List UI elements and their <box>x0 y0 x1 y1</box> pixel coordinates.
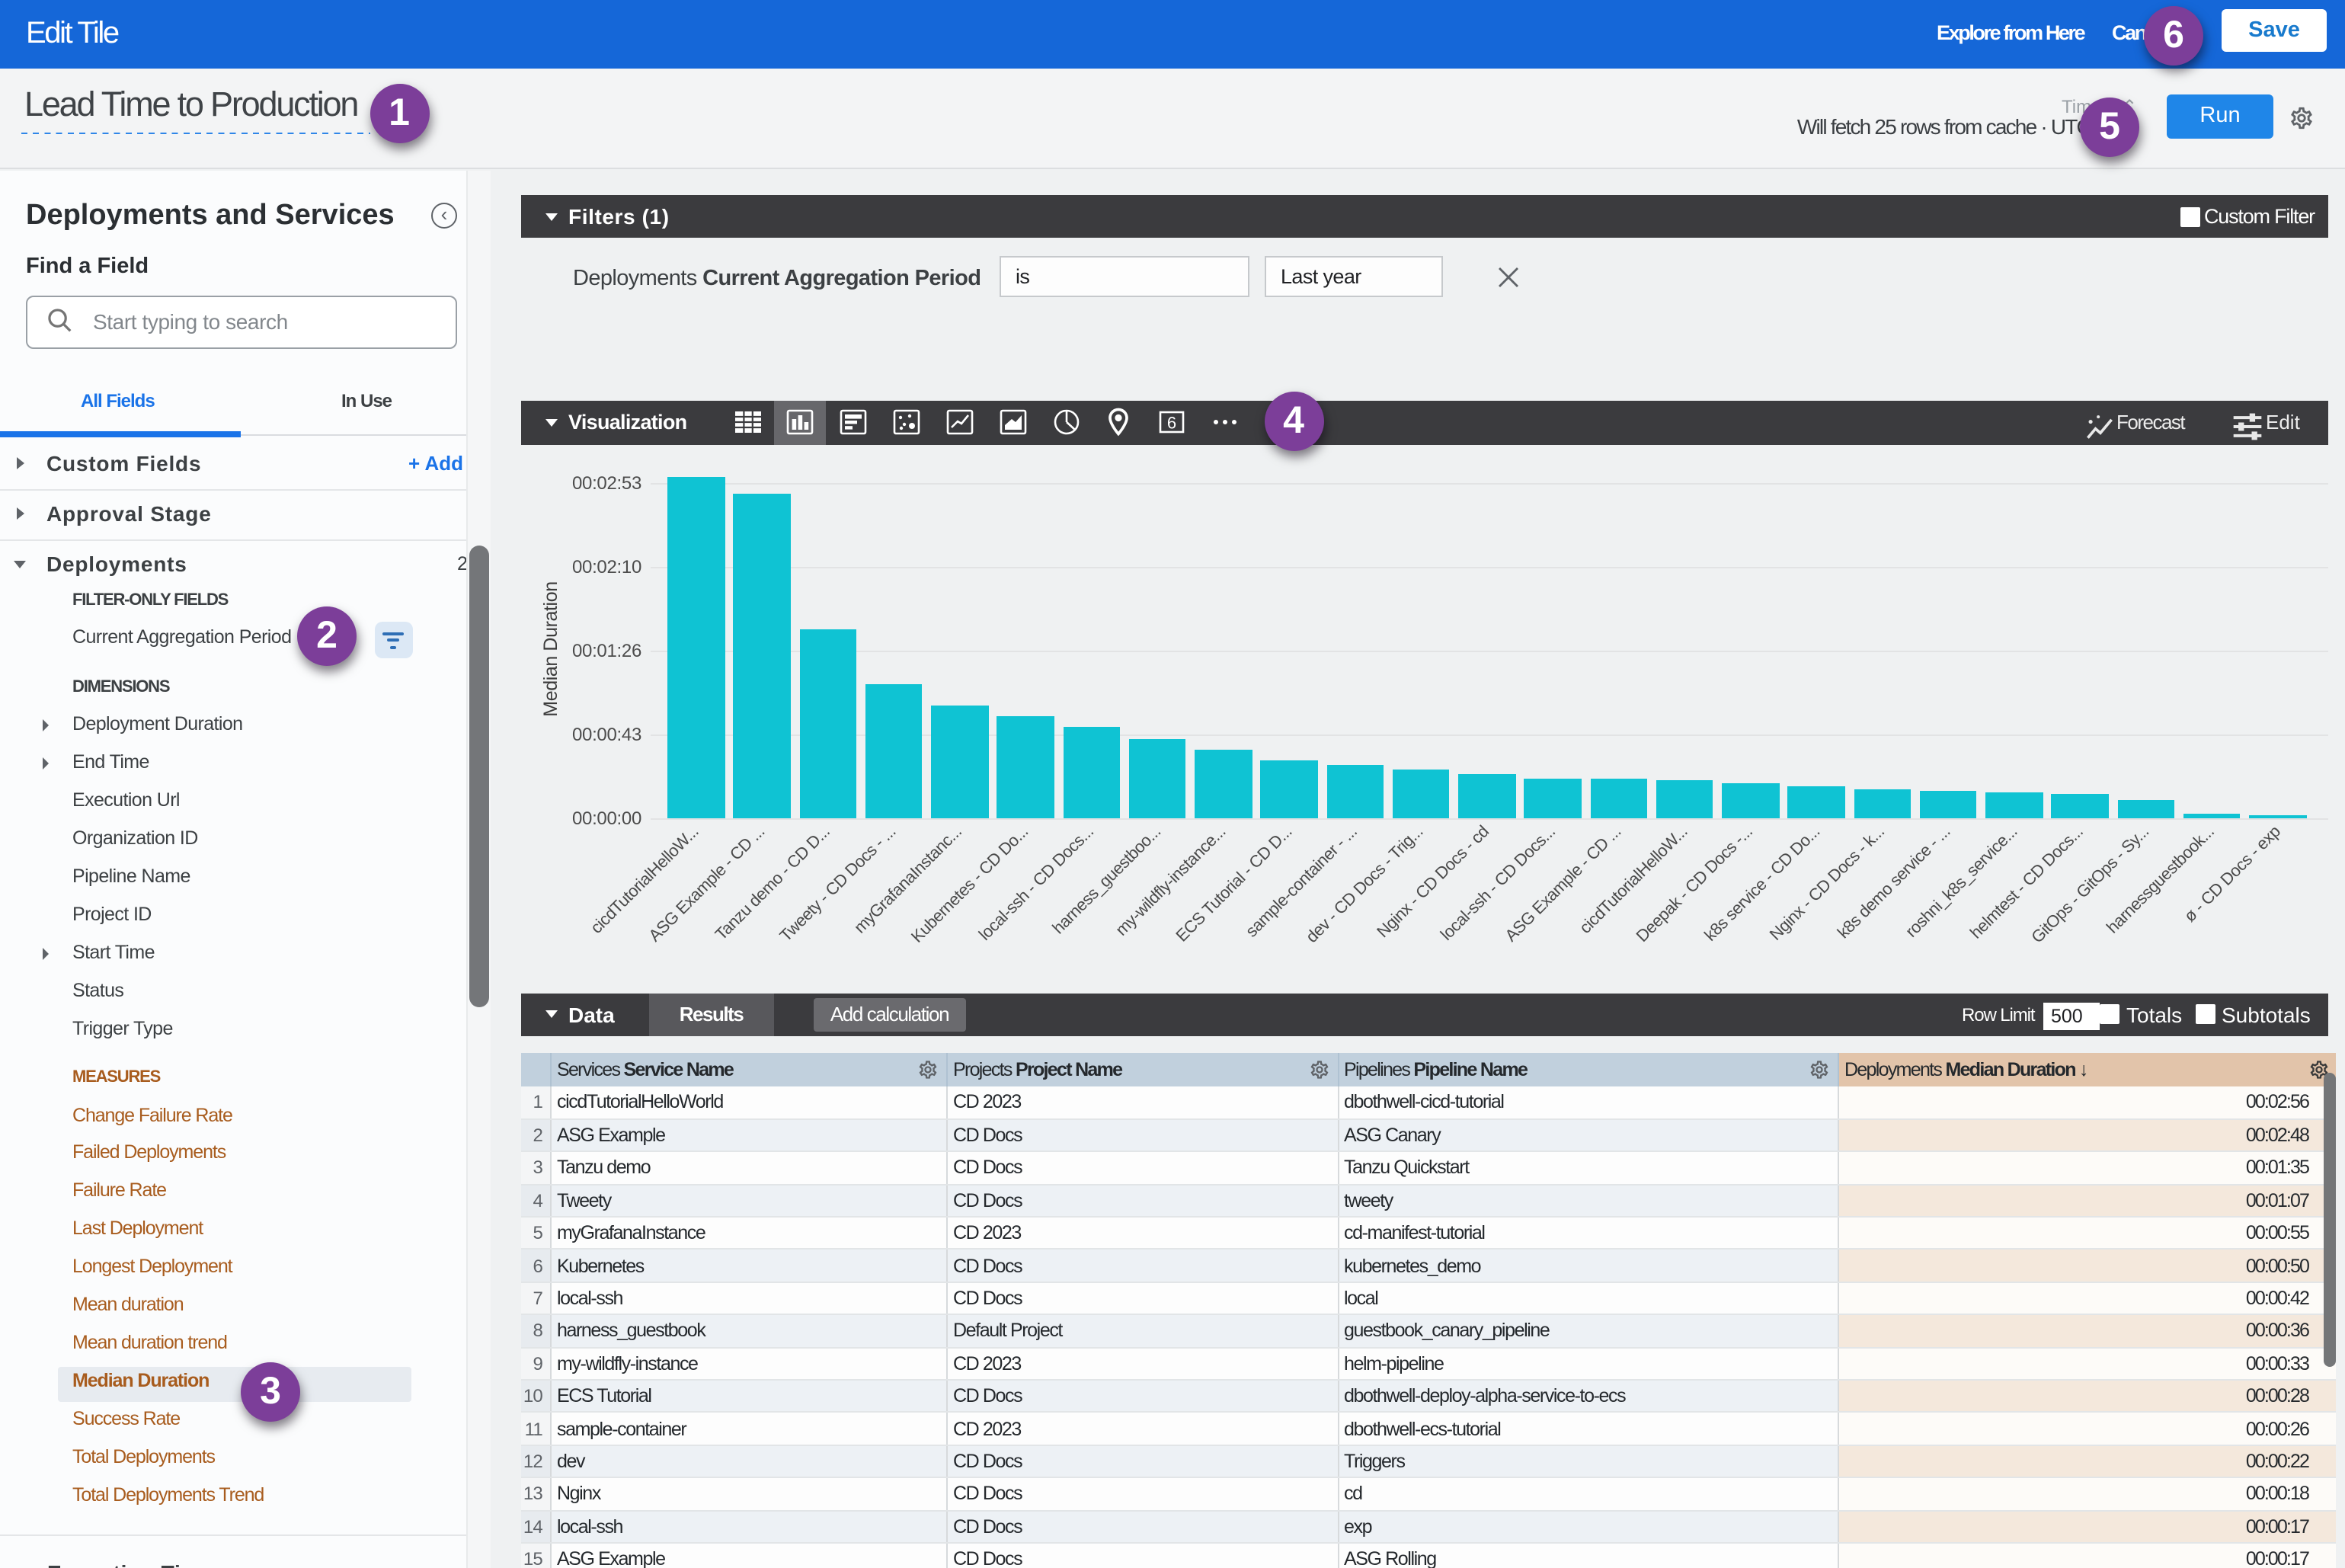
svg-text:6: 6 <box>1167 413 1176 432</box>
